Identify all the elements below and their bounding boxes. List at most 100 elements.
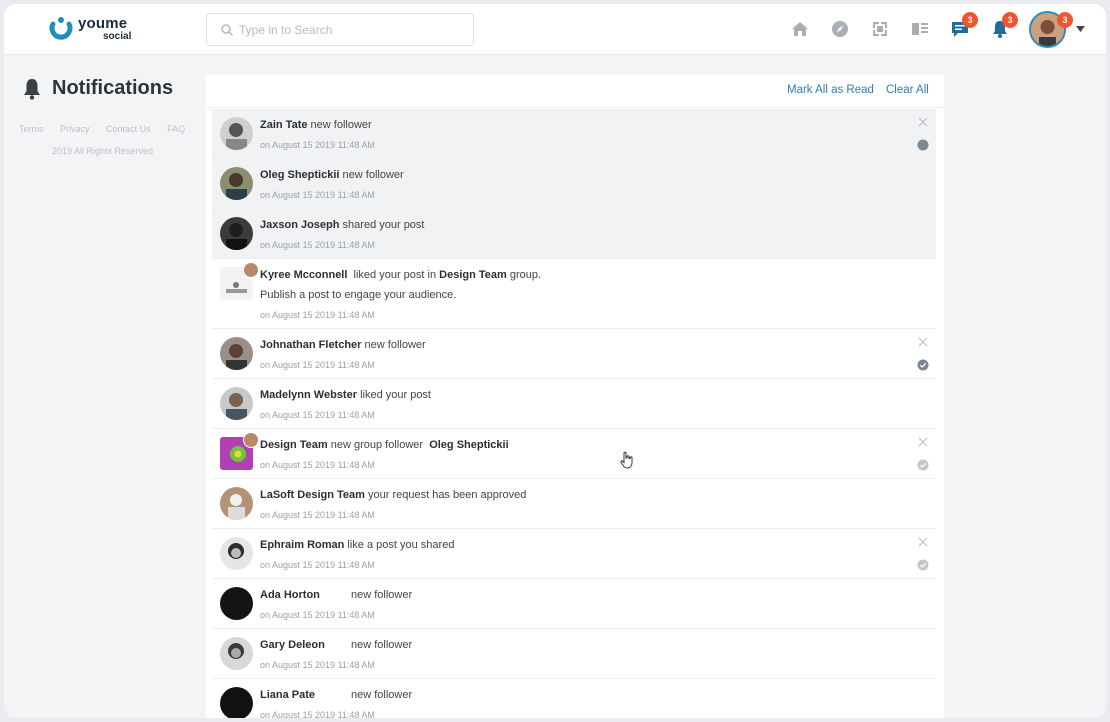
notification-text: LaSoft Design Team your request has been… (260, 489, 526, 501)
avatar (220, 637, 253, 670)
notification-row[interactable]: Zain Tate new follower on August 15 2019… (212, 109, 936, 159)
notification-list: Zain Tate new follower on August 15 2019… (212, 109, 936, 718)
compass-icon[interactable] (830, 19, 850, 39)
card-header: Mark All as Read Clear All (206, 75, 944, 108)
notification-time: on August 15 2019 11:48 AM (260, 610, 375, 620)
user-name[interactable]: LaSoft Design Team (260, 489, 365, 501)
notification-time: on August 15 2019 11:48 AM (260, 660, 375, 670)
notification-message: liked your post in (353, 269, 437, 281)
notification-message: new follower (351, 689, 413, 701)
avatar (220, 117, 253, 150)
close-icon[interactable] (918, 337, 928, 347)
notification-row[interactable]: Oleg Sheptickii new follower on August 1… (212, 159, 936, 209)
user-name[interactable]: Oleg Sheptickii (260, 169, 339, 181)
notification-row[interactable]: Ephraim Roman like a post you shared on … (212, 529, 936, 579)
notification-time: on August 15 2019 11:48 AM (260, 360, 375, 370)
profile-badge: 3 (1057, 12, 1073, 28)
avatar (220, 387, 253, 420)
logo[interactable]: youme social (48, 14, 143, 46)
notification-text: Ephraim Roman like a post you shared (260, 539, 454, 551)
footer-link-faq[interactable]: FAQ (167, 124, 185, 134)
copyright: 2019 All Rights Reserved (52, 146, 154, 156)
notification-message-end: group. (509, 269, 542, 281)
brand-name: youme (78, 15, 128, 32)
notification-time: on August 15 2019 11:48 AM (260, 710, 375, 718)
notification-time: on August 15 2019 11:48 AM (260, 560, 375, 570)
notification-text: Liana Pate new follower (260, 689, 412, 701)
notification-text: Design Team new group follower Oleg Shep… (260, 439, 509, 451)
notification-text: Jaxson Joseph shared your post (260, 219, 424, 231)
notification-row[interactable]: Kyree Mcconnell liked your post in Desig… (212, 259, 936, 329)
user-name[interactable]: Ephraim Roman (260, 539, 344, 551)
read-check-icon[interactable] (917, 559, 929, 571)
notification-time: on August 15 2019 11:48 AM (260, 410, 375, 420)
notification-time: on August 15 2019 11:48 AM (260, 510, 375, 520)
user-name[interactable]: Gary Deleon (260, 639, 351, 651)
notification-text: Ada Horton new follower (260, 589, 412, 601)
notification-row[interactable]: Jaxson Joseph shared your post on August… (212, 209, 936, 259)
user-name[interactable]: Kyree Mcconnell (260, 269, 347, 281)
user-name[interactable]: Jaxson Joseph (260, 219, 339, 231)
groups-icon[interactable] (870, 19, 890, 39)
close-icon[interactable] (918, 537, 928, 547)
notification-row[interactable]: Ada Horton new follower on August 15 2019… (212, 579, 936, 629)
notification-time: on August 15 2019 11:48 AM (260, 190, 375, 200)
user-name[interactable]: Johnathan Fletcher (260, 339, 361, 351)
notification-message: like a post you shared (347, 539, 455, 551)
pages-icon[interactable] (910, 19, 930, 39)
close-icon[interactable] (918, 117, 928, 127)
clear-all-button[interactable]: Clear All (886, 84, 929, 96)
group-name[interactable]: Design Team (439, 269, 507, 281)
notifications-bell-icon (24, 79, 40, 100)
search-input[interactable] (239, 20, 464, 40)
app-window: youme social Type in to Search 3 3 3 Not… (4, 4, 1106, 718)
avatar (220, 167, 253, 200)
group-name[interactable]: Design Team (260, 439, 328, 451)
notification-message: new follower (342, 169, 404, 181)
notification-row[interactable]: Liana Pate new follower on August 15 2019… (212, 679, 936, 718)
avatar (243, 262, 259, 278)
user-name[interactable]: Oleg Sheptickii (429, 439, 508, 451)
user-name[interactable]: Ada Horton (260, 589, 351, 601)
user-name[interactable]: Madelynn Webster (260, 389, 357, 401)
top-navbar: youme social Type in to Search 3 3 3 (4, 4, 1106, 55)
search-box (206, 13, 474, 46)
notification-time: on August 15 2019 11:48 AM (260, 460, 375, 470)
footer-link-contact[interactable]: Contact Us (106, 124, 151, 134)
footer-link-privacy[interactable]: Privacy (60, 124, 90, 134)
notification-time: on August 15 2019 11:48 AM (260, 310, 375, 320)
notification-time: on August 15 2019 11:48 AM (260, 240, 375, 250)
user-name[interactable]: Liana Pate (260, 689, 351, 701)
search-icon (221, 24, 234, 37)
notification-time: on August 15 2019 11:48 AM (260, 140, 375, 150)
notification-row[interactable]: Madelynn Webster liked your post on Augu… (212, 379, 936, 429)
notification-row[interactable]: Design Team new group follower Oleg Shep… (212, 429, 936, 479)
hand-cursor-icon (620, 451, 633, 469)
notification-message: new group follower (330, 439, 424, 451)
notification-message: new follower (351, 589, 413, 601)
bell-badge: 3 (1002, 12, 1018, 28)
avatar (220, 217, 253, 250)
avatar (220, 337, 253, 370)
avatar (220, 687, 253, 718)
notification-extra: Publish a post to engage your audience. (260, 289, 457, 301)
notifications-card: Mark All as Read Clear All Zain Tate new… (206, 75, 944, 718)
avatar (220, 487, 253, 520)
user-name[interactable]: Zain Tate (260, 119, 307, 131)
close-icon[interactable] (918, 437, 928, 447)
mark-all-read-button[interactable]: Mark All as Read (787, 84, 874, 96)
notification-message: liked your post (360, 389, 431, 401)
notification-row[interactable]: LaSoft Design Team your request has been… (212, 479, 936, 529)
unread-dot-icon[interactable] (917, 139, 929, 151)
notification-row[interactable]: Johnathan Fletcher new follower on Augus… (212, 329, 936, 379)
notification-text: Johnathan Fletcher new follower (260, 339, 426, 351)
notification-text: Oleg Sheptickii new follower (260, 169, 404, 181)
home-icon[interactable] (790, 19, 810, 39)
read-check-icon[interactable] (917, 359, 929, 371)
logo-mark-icon (49, 17, 73, 40)
chevron-down-icon[interactable] (1076, 26, 1085, 32)
footer-links: Terms Privacy Contact Us FAQ (19, 124, 199, 134)
read-check-icon[interactable] (917, 459, 929, 471)
footer-link-terms[interactable]: Terms (19, 124, 44, 134)
notification-row[interactable]: Gary Deleon new follower on August 15 201… (212, 629, 936, 679)
